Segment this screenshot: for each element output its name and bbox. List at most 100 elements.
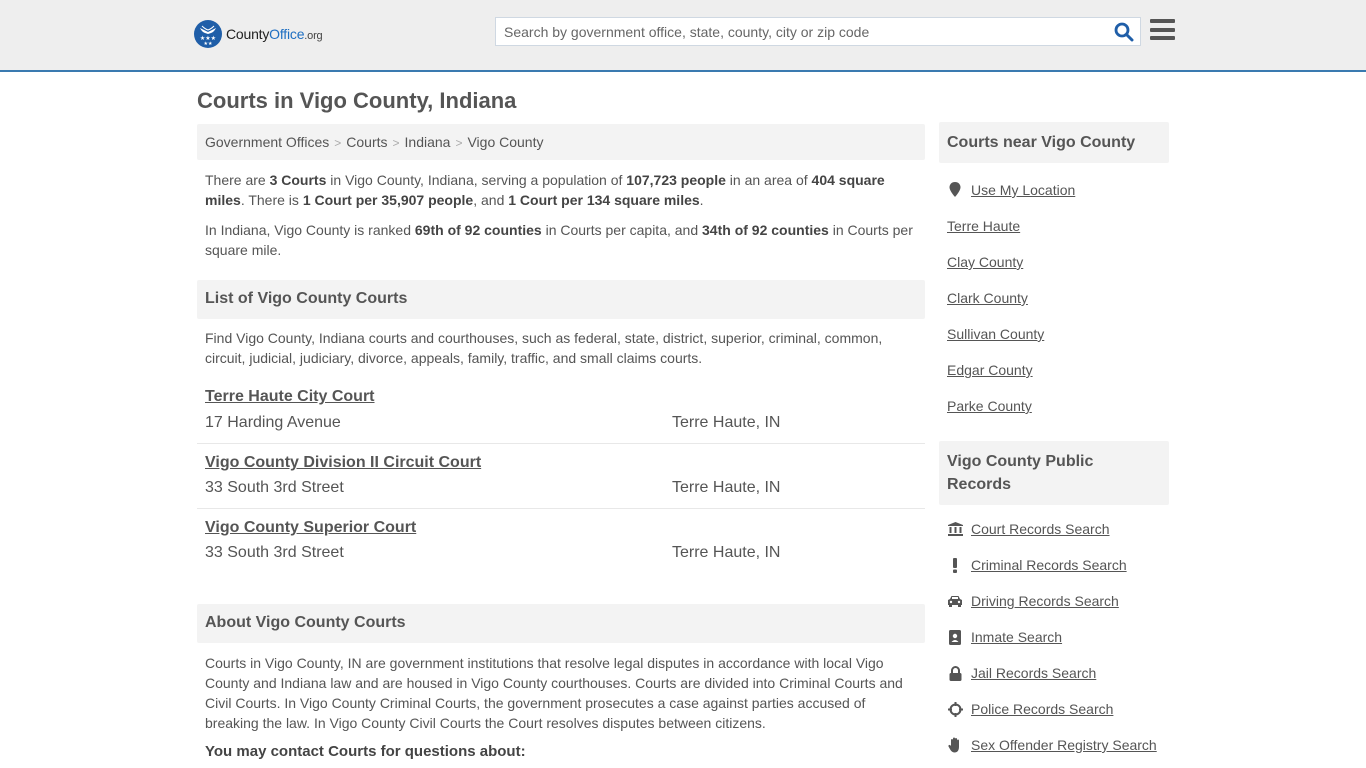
car-icon [947,593,963,609]
hand-icon [947,737,963,753]
use-my-location-link[interactable]: Use My Location [971,182,1075,198]
menu-bar [1150,36,1175,40]
record-item: Driving Records Search [947,583,1161,619]
map-marker-icon [947,182,963,198]
lock-icon [947,665,963,681]
about-heading: About Vigo County Courts [197,604,925,643]
sex-offender-registry-search-link[interactable]: Sex Offender Registry Search [971,737,1157,753]
nearby-item: Parke County [947,388,1161,424]
search-input[interactable] [496,18,1106,45]
nearby-link-terre-haute[interactable]: Terre Haute [947,218,1020,234]
search-box [495,17,1141,46]
logo-org: .org [304,30,323,42]
menu-bar [1150,27,1175,32]
court-name-link[interactable]: Terre Haute City Court [205,388,375,406]
breadcrumb: Government Offices > Courts > Indiana > Vigo C… [197,124,925,160]
court-city: Terre Haute, IN [672,479,781,496]
nearby-item: Clark County [947,280,1161,316]
breadcrumb-vigo-county[interactable]: Vigo County [467,134,543,150]
nearby-item: Clay County [947,244,1161,280]
page-title: Courts in Vigo County, Indiana [197,88,517,113]
inmate-search-link[interactable]: Inmate Search [971,629,1062,645]
summary-text: in an area of [725,172,812,188]
use-location-item: Use My Location [947,172,1161,208]
nearby-courts-panel: Courts near Vigo County Use My Location … [939,122,1169,424]
exclamation-icon [947,557,963,573]
breadcrumb-separator: > [455,136,463,150]
breadcrumb-government-offices[interactable]: Government Offices [205,134,329,150]
about-paragraph: Courts in Vigo County, IN are government… [205,655,903,731]
summary-text: in Vigo County, Indiana, serving a popul… [326,172,627,188]
site-header: ★★★ ★★ CountyOffice.org [0,0,1366,72]
record-item: Criminal Records Search [947,547,1161,583]
breadcrumb-indiana[interactable]: Indiana [405,134,451,150]
court-records-search-link[interactable]: Court Records Search [971,521,1110,537]
record-item: Inmate Search [947,619,1161,655]
court-row: Vigo County Superior Court 33 South 3rd … [197,509,925,574]
public-records-list: Court Records Search Criminal Records Se… [939,511,1169,763]
list-heading: List of Vigo County Courts [197,280,925,319]
court-name-link[interactable]: Vigo County Superior Court [205,519,416,537]
jail-records-search-link[interactable]: Jail Records Search [971,665,1096,681]
contact-heading: You may contact Courts for questions abo… [205,743,526,760]
population: 107,723 people [626,172,726,188]
breadcrumb-separator: > [334,136,342,150]
record-item: Jail Records Search [947,655,1161,691]
per-capita-rank: 69th of 92 counties [414,222,542,238]
summary-paragraph: There are 3 Courts in Vigo County, India… [197,170,925,210]
hamburger-menu-button[interactable] [1150,19,1175,42]
eagle-stars-logo-icon: ★★★ ★★ [194,20,222,48]
nearby-item: Edgar County [947,352,1161,388]
public-records-panel: Vigo County Public Records Court Records… [939,441,1169,763]
search-button[interactable] [1114,22,1134,42]
court-address: 33 South 3rd Street [205,544,344,561]
ranking-text: in Courts per capita, and [541,222,703,238]
criminal-records-search-link[interactable]: Criminal Records Search [971,557,1127,573]
record-item: Sex Offender Registry Search [947,727,1161,763]
svg-text:★★: ★★ [204,41,213,47]
logo-text: CountyOffice.org [226,26,323,42]
court-city: Terre Haute, IN [672,414,781,431]
courts-per-capita: 1 Court per 35,907 people [302,192,474,208]
police-records-search-link[interactable]: Police Records Search [971,701,1113,717]
nearby-heading: Courts near Vigo County [939,122,1169,163]
menu-bar [1150,19,1175,23]
crosshairs-icon [947,701,963,717]
list-intro: Find Vigo County, Indiana courts and cou… [205,330,883,366]
nearby-link-clay-county[interactable]: Clay County [947,254,1023,270]
court-city: Terre Haute, IN [672,544,781,561]
breadcrumb-separator: > [392,136,400,150]
main-content: Government Offices > Courts > Indiana > Vigo C… [197,124,925,760]
courthouse-icon [947,521,963,537]
nearby-link-clark-county[interactable]: Clark County [947,290,1028,306]
per-area-rank: 34th of 92 counties [702,222,829,238]
court-address: 33 South 3rd Street [205,479,344,496]
record-item: Court Records Search [947,511,1161,547]
id-badge-icon [947,629,963,645]
court-count: 3 Courts [269,172,327,188]
nearby-item: Sullivan County [947,316,1161,352]
record-item: Police Records Search [947,691,1161,727]
nearby-link-parke-county[interactable]: Parke County [947,398,1032,414]
logo-county: County [226,26,270,42]
nearby-link-edgar-county[interactable]: Edgar County [947,362,1033,378]
nearby-link-sullivan-county[interactable]: Sullivan County [947,326,1044,342]
court-address: 17 Harding Avenue [205,414,341,431]
summary-text: . There is [240,192,303,208]
ranking-text: In Indiana, Vigo County is ranked [205,222,415,238]
summary-text: There are [205,172,270,188]
public-records-heading: Vigo County Public Records [939,441,1169,505]
nearby-list: Use My Location Terre Haute Clay County … [939,172,1169,424]
court-row: Terre Haute City Court 17 Harding Avenue… [197,379,925,444]
driving-records-search-link[interactable]: Driving Records Search [971,593,1119,609]
court-row: Vigo County Division II Circuit Court 33… [197,444,925,509]
nearby-item: Terre Haute [947,208,1161,244]
court-name-link[interactable]: Vigo County Division II Circuit Court [205,454,481,472]
summary-text: . [699,192,704,208]
summary-text: , and [473,192,509,208]
site-logo[interactable]: ★★★ ★★ CountyOffice.org [194,20,323,48]
search-icon [1114,22,1134,42]
courts-per-area: 1 Court per 134 square miles [508,192,700,208]
breadcrumb-courts[interactable]: Courts [346,134,387,150]
logo-office: Office [269,26,305,42]
